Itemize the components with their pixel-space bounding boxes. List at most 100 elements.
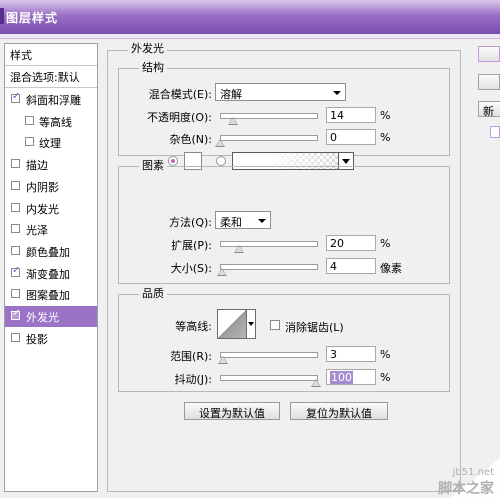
range-slider[interactable] (220, 352, 318, 358)
noise-unit: % (380, 131, 391, 144)
sidebar-item[interactable]: 外发光 (5, 306, 97, 327)
chevron-down-icon (333, 91, 341, 95)
noise-slider-thumb[interactable] (215, 139, 225, 147)
opacity-unit: % (380, 109, 391, 122)
jitter-slider[interactable] (220, 375, 318, 381)
size-slider[interactable] (220, 264, 318, 270)
sidebar-item-checkbox[interactable] (25, 115, 34, 125)
sidebar-item-checkbox[interactable] (11, 91, 20, 103)
opacity-label: 不透明度(O): (147, 111, 212, 124)
range-input[interactable]: 3 (326, 346, 376, 362)
sidebar-item-checkbox[interactable] (11, 224, 20, 234)
jitter-input[interactable]: 100 (326, 369, 376, 385)
make-default-button[interactable]: 设置为默认值 (184, 402, 280, 420)
blend-mode-label: 混合模式(E): (148, 88, 212, 101)
quality-title: 品质 (139, 285, 167, 301)
sidebar-item[interactable]: 光泽 (5, 219, 97, 240)
sidebar-item-label: 内阴影 (26, 180, 59, 194)
size-slider-thumb[interactable] (216, 268, 227, 276)
sidebar-item-label: 投影 (26, 332, 48, 346)
sidebar-item-checkbox[interactable] (11, 265, 20, 277)
size-label: 大小(S): (170, 262, 212, 275)
sidebar-item-label: 描边 (26, 159, 48, 173)
technique-label: 方法(Q): (169, 216, 212, 229)
sidebar-item-checkbox[interactable] (11, 332, 20, 342)
spread-input[interactable]: 20 (326, 235, 376, 251)
styles-header[interactable]: 样式 (5, 44, 97, 66)
sidebar-item-checkbox[interactable] (25, 137, 34, 147)
sidebar-item[interactable]: 纹理 (5, 132, 97, 153)
sidebar-item-label: 渐变叠加 (26, 267, 70, 281)
jitter-unit: % (380, 371, 391, 384)
ok-button[interactable] (478, 46, 500, 62)
sidebar-item-checkbox[interactable] (11, 202, 20, 212)
noise-label: 杂色(N): (169, 133, 212, 146)
watermark: jb51.net 脚本之家 (438, 467, 494, 498)
sidebar-item-label: 外发光 (26, 311, 59, 324)
gradient-radio[interactable] (216, 156, 226, 166)
preview-checkbox[interactable] (490, 126, 500, 138)
blend-mode-value: 溶解 (220, 88, 242, 101)
cancel-button[interactable] (478, 74, 500, 90)
sidebar-item[interactable]: 内阴影 (5, 176, 97, 197)
sidebar-item-checkbox[interactable] (11, 289, 20, 299)
elements-title: 图素 (139, 157, 167, 173)
jitter-slider-thumb[interactable] (311, 379, 321, 387)
spread-unit: % (380, 237, 391, 250)
opacity-slider-thumb[interactable] (228, 117, 239, 125)
title-divider (0, 34, 500, 39)
color-radio[interactable] (168, 156, 178, 166)
outer-glow-title: 外发光 (128, 40, 167, 56)
sidebar-item[interactable]: 描边 (5, 154, 97, 175)
sidebar-item[interactable]: 内发光 (5, 198, 97, 219)
new-style-label: 新 (483, 105, 494, 118)
antialias-checkbox[interactable] (270, 320, 280, 330)
range-unit: % (380, 348, 391, 361)
spread-slider-thumb[interactable] (234, 245, 245, 253)
watermark-line1: jb51.net (452, 467, 494, 478)
new-style-button[interactable]: 新 (478, 101, 500, 118)
sidebar-item-label: 斜面和浮雕 (26, 94, 81, 107)
title-bar[interactable] (0, 0, 500, 34)
technique-select[interactable]: 柔和 (215, 211, 271, 229)
chevron-down-icon (342, 159, 350, 164)
sidebar-item-label: 内发光 (26, 202, 59, 216)
opacity-input[interactable]: 14 (326, 107, 376, 123)
spread-label: 扩展(P): (171, 239, 212, 252)
sidebar-item[interactable]: 等高线 (5, 111, 97, 132)
sidebar-item[interactable]: 渐变叠加 (5, 263, 97, 284)
jitter-label: 抖动(J): (174, 373, 212, 386)
size-input[interactable]: 4 (326, 258, 376, 274)
sidebar-item-checkbox[interactable] (11, 245, 20, 255)
sidebar-item-label: 图案叠加 (26, 289, 70, 303)
sidebar-item-checkbox[interactable] (11, 308, 20, 320)
blend-options-item[interactable]: 混合选项:默认 (5, 66, 97, 88)
styles-list: 样式 混合选项:默认 斜面和浮雕等高线纹理描边内阴影内发光光泽颜色叠加渐变叠加图… (4, 43, 98, 492)
sidebar-item-label: 纹理 (39, 137, 61, 151)
sidebar-item-label: 光泽 (26, 224, 48, 238)
range-label: 范围(R): (170, 350, 212, 363)
noise-input[interactable]: 0 (326, 129, 376, 145)
jitter-value: 100 (330, 371, 353, 384)
sidebar-item[interactable]: 斜面和浮雕 (5, 89, 97, 110)
sidebar-item[interactable]: 投影 (5, 328, 97, 349)
reset-default-button[interactable]: 复位为默认值 (290, 402, 388, 420)
styles-header-label: 样式 (10, 49, 32, 62)
contour-dropdown[interactable] (247, 309, 256, 339)
sidebar-item-label: 颜色叠加 (26, 245, 70, 259)
sidebar-item-checkbox[interactable] (11, 159, 20, 169)
chevron-down-icon (258, 219, 266, 223)
noise-slider[interactable] (220, 135, 318, 141)
sidebar-item[interactable]: 图案叠加 (5, 284, 97, 305)
blend-mode-select[interactable]: 溶解 (215, 83, 346, 101)
range-slider-thumb[interactable] (217, 356, 228, 364)
technique-value: 柔和 (220, 216, 242, 229)
sidebar-item-checkbox[interactable] (11, 180, 20, 190)
contour-label: 等高线: (175, 320, 212, 333)
sidebar-item[interactable]: 颜色叠加 (5, 241, 97, 262)
antialias-label: 消除锯齿(L) (285, 321, 344, 334)
watermark-line2: 脚本之家 (438, 481, 494, 497)
app-icon (0, 8, 4, 24)
contour-preview[interactable] (217, 309, 247, 339)
structure-title: 结构 (139, 59, 167, 75)
